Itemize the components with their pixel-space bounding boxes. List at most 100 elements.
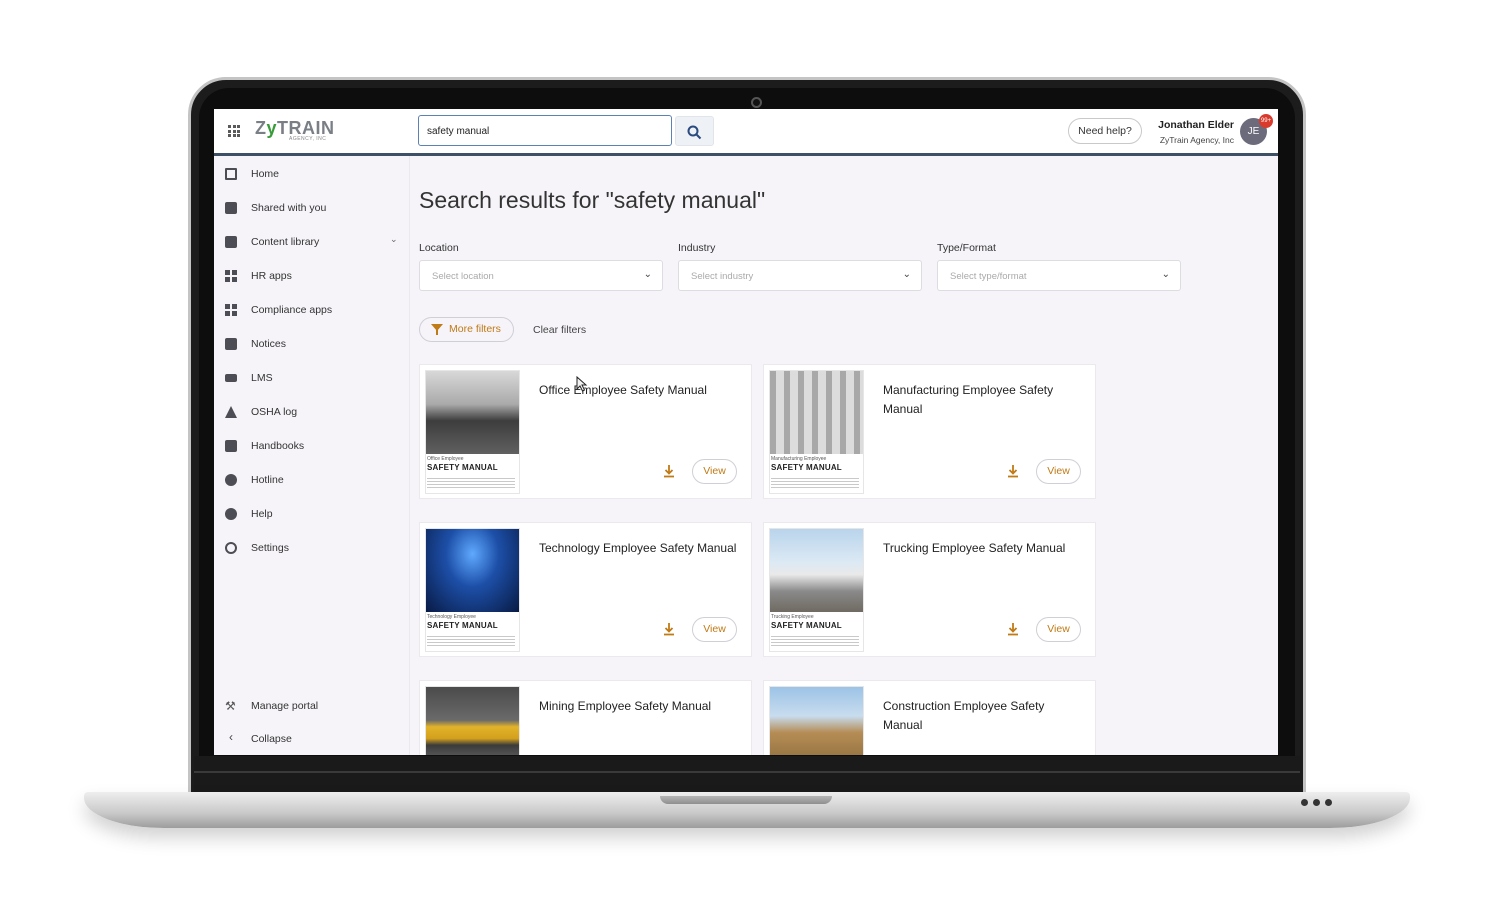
thumbnail-subtitle: Office Employee [427,456,464,462]
sidebar-item-label: Content library [251,236,320,248]
thumbnail-subtitle: Trucking Employee [771,614,814,620]
document-thumbnail[interactable]: Manufacturing Employee SAFETY MANUAL [770,371,863,493]
chevron-down-icon: ⌄ [902,269,911,280]
sidebar-item-notices[interactable]: Notices [214,329,409,359]
result-card[interactable]: Construction Employee Safety Manual [763,680,1096,755]
sidebar-item-label: Help [251,508,273,520]
camera-icon [751,97,762,108]
user-org: ZyTrain Agency, Inc [1159,135,1234,145]
download-icon[interactable] [662,622,676,636]
chevron-down-icon: ⌄ [643,269,652,280]
mining-truck-photo [426,687,519,755]
location-placeholder: Select location [432,271,494,282]
industry-select[interactable]: Select industry ⌄ [678,260,922,291]
office-photo [426,371,519,454]
location-filter-label: Location [419,242,459,254]
book-icon [225,440,237,452]
apps-icon [225,270,237,282]
result-title[interactable]: Trucking Employee Safety Manual [883,539,1083,558]
thumbnail-title: SAFETY MANUAL [427,621,498,630]
sidebar-item-label: Home [251,168,280,180]
document-thumbnail[interactable]: Technology Employee SAFETY MANUAL [426,529,519,651]
result-title[interactable]: Technology Employee Safety Manual [539,539,739,558]
laptop-hinge [194,771,1300,773]
app-launcher-icon[interactable] [228,125,240,137]
thumbnail-text-lines [427,634,515,648]
sidebar-item-label: Compliance apps [251,304,333,316]
help-icon [225,508,237,520]
laptop-base [84,792,1410,828]
document-thumbnail[interactable]: Trucking Employee SAFETY MANUAL [770,529,863,651]
thumbnail-text-lines [771,634,859,648]
document-thumbnail[interactable]: Office Employee SAFETY MANUAL [426,371,519,493]
gear-icon [225,542,237,554]
home-icon [225,168,237,180]
sidebar-item-hotline[interactable]: Hotline [214,465,409,495]
more-filters-label: More filters [449,323,501,335]
industry-placeholder: Select industry [691,271,754,282]
more-filters-button[interactable]: More filters [419,317,514,342]
manage-portal-link[interactable]: ⚒ Manage portal [214,691,409,721]
sidebar-item-help[interactable]: Help [214,499,409,529]
logo-subtitle: AGENCY, INC [289,136,327,142]
chevron-left-icon: ‹ [229,730,233,744]
result-card[interactable]: Mining Employee Safety Manual [419,680,752,755]
laptop-indicator-lights [1301,799,1332,806]
sidebar-item-settings[interactable]: Settings [214,533,409,563]
sidebar-item-label: OSHA log [251,406,298,418]
notification-badge[interactable]: 99+ [1259,114,1273,128]
sidebar-item-osha-log[interactable]: OSHA log [214,397,409,427]
sidebar-item-content-library[interactable]: Content library ⌄ [214,227,409,257]
shared-icon [225,202,237,214]
sidebar-item-shared[interactable]: Shared with you [214,193,409,223]
search-input[interactable]: safety manual [418,115,672,146]
result-card[interactable]: Trucking Employee SAFETY MANUAL Trucking… [763,522,1096,657]
result-title[interactable]: Manufacturing Employee Safety Manual [883,381,1083,419]
result-card[interactable]: Technology Employee SAFETY MANUAL Techno… [419,522,752,657]
document-thumbnail[interactable] [770,687,863,755]
sidebar-item-home[interactable]: Home [214,159,409,189]
collapse-button[interactable]: ‹ Collapse [214,724,409,754]
top-bar: ZyTRAIN AGENCY, INC safety manual Need h… [214,109,1278,156]
sidebar-item-hr-apps[interactable]: HR apps [214,261,409,291]
mouse-cursor-icon [576,376,588,392]
logo[interactable]: ZyTRAIN AGENCY, INC [255,118,335,144]
location-select[interactable]: Select location ⌄ [419,260,663,291]
view-button[interactable]: View [1036,617,1081,642]
sidebar-item-label: Shared with you [251,202,327,214]
clear-filters-link[interactable]: Clear filters [533,324,586,336]
result-title[interactable]: Mining Employee Safety Manual [539,697,739,716]
document-thumbnail[interactable] [426,687,519,755]
view-button[interactable]: View [1036,459,1081,484]
search-icon [687,125,702,140]
thumbnail-title: SAFETY MANUAL [427,463,498,472]
sidebar-item-lms[interactable]: LMS [214,363,409,393]
server-room-photo [426,529,519,612]
view-button[interactable]: View [692,617,737,642]
search-button[interactable] [675,116,714,146]
type-filter-label: Type/Format [937,242,996,254]
help-button[interactable]: Need help? [1068,118,1142,144]
thumbnail-text-lines [771,476,859,490]
result-title[interactable]: Construction Employee Safety Manual [883,697,1083,735]
download-icon[interactable] [662,464,676,478]
thumbnail-title: SAFETY MANUAL [771,621,842,630]
cone-icon [225,406,237,418]
download-icon[interactable] [1006,622,1020,636]
download-icon[interactable] [1006,464,1020,478]
type-placeholder: Select type/format [950,271,1027,282]
user-name[interactable]: Jonathan Elder [1144,119,1234,131]
type-select[interactable]: Select type/format ⌄ [937,260,1181,291]
result-title[interactable]: Office Employee Safety Manual [539,381,739,400]
sidebar-item-compliance-apps[interactable]: Compliance apps [214,295,409,325]
factory-photo [770,371,863,454]
industry-filter-label: Industry [678,242,716,254]
collapse-label: Collapse [251,733,292,745]
trucks-photo [770,529,863,612]
sidebar-item-handbooks[interactable]: Handbooks [214,431,409,461]
chevron-down-icon[interactable]: ⌄ [390,234,398,245]
sidebar-item-label: Handbooks [251,440,305,452]
result-card[interactable]: Manufacturing Employee SAFETY MANUAL Man… [763,364,1096,499]
view-button[interactable]: View [692,459,737,484]
main-content: Search results for "safety manual" Locat… [410,156,1278,755]
